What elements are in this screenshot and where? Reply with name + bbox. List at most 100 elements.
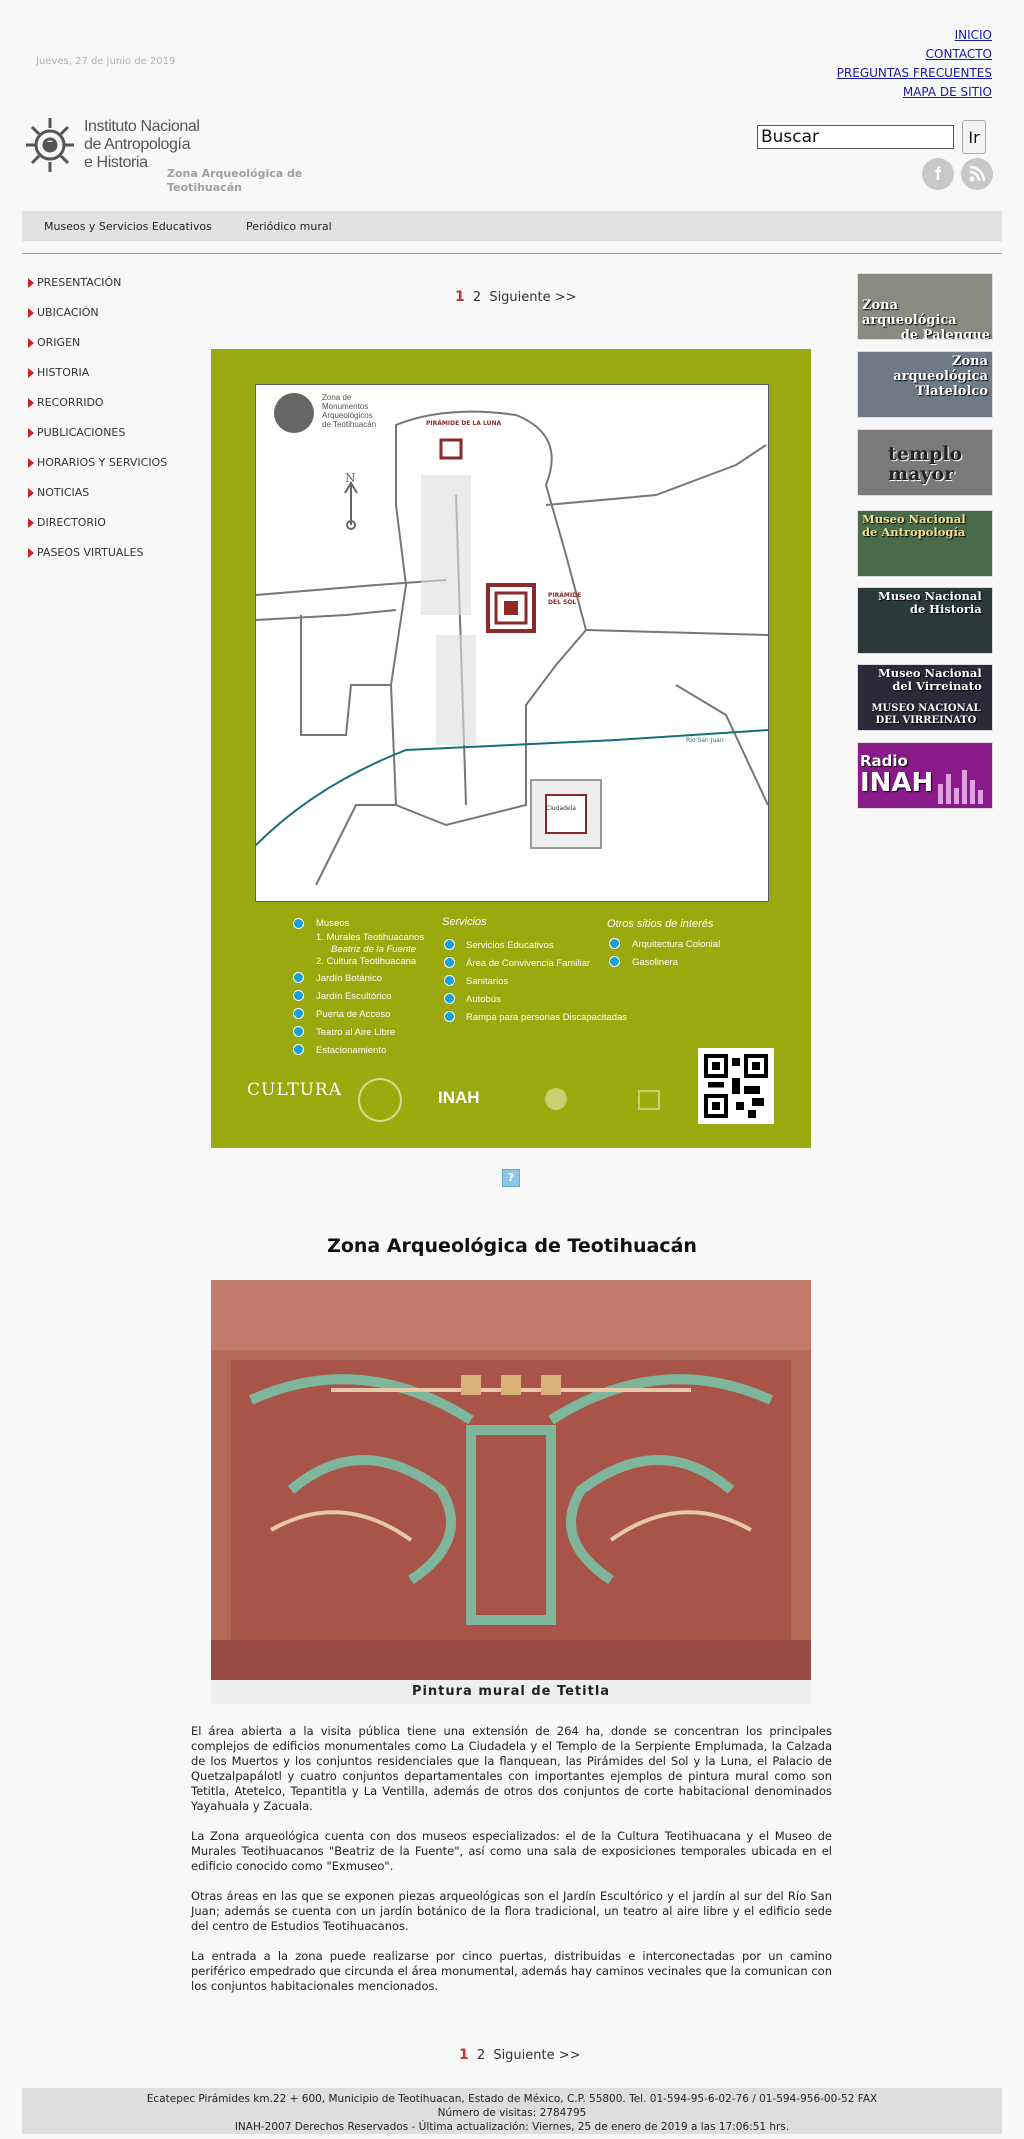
bullet-arrow-icon	[28, 428, 34, 438]
nav-ubicacion[interactable]: UBICACIÓN	[28, 305, 167, 335]
puerta-acceso-icon	[293, 1008, 304, 1019]
convivencia-icon	[444, 957, 455, 968]
map-diagram: Zona de Monumentos Arqueológicos de Teot…	[255, 384, 769, 902]
nav-origen[interactable]: ORIGEN	[28, 335, 167, 365]
banner-label: Museo Nacional de Historia	[878, 590, 982, 616]
nav-label: ORIGEN	[37, 336, 81, 349]
banner-templo-mayor[interactable]: templo mayor	[857, 429, 993, 496]
banner-line: Zona	[951, 354, 988, 369]
map-title-line: Monumentos	[322, 402, 369, 411]
banner-museo-historia[interactable]: Museo Nacional de Historia	[857, 587, 993, 654]
mural-image	[211, 1280, 811, 1680]
map-title-line: Arqueológicos	[322, 411, 373, 420]
map-roads	[256, 410, 768, 886]
legend-item: Gasolinera	[632, 957, 678, 968]
nav-historia[interactable]: HISTORIA	[28, 365, 167, 395]
banner-line: arqueológica	[862, 313, 957, 328]
banner-palenque[interactable]: Zona arqueológica de Palenque	[857, 273, 993, 340]
nav-directorio[interactable]: DIRECTORIO	[28, 515, 167, 545]
nav-noticias[interactable]: NOTICIAS	[28, 485, 167, 515]
link-mapa-de-sitio[interactable]: MAPA DE SITIO	[837, 83, 992, 102]
nav-label: DIRECTORIO	[37, 516, 106, 529]
north-arrow-icon: N	[345, 471, 356, 485]
logo-line-1: Instituto Nacional	[84, 118, 200, 135]
paragraph: La entrada a la zona puede realizarse po…	[191, 1949, 832, 1993]
pager-page-2[interactable]: 2	[473, 290, 481, 305]
legend-item: Arquitectura Colonial	[632, 939, 721, 950]
footer-copyright: INAH-2007 Derechos Reservados - Última a…	[234, 2121, 790, 2133]
pager-next[interactable]: Siguiente >>	[489, 290, 576, 305]
footer-visits: Número de visitas: 2784795	[437, 2107, 587, 2119]
link-contacto[interactable]: CONTACTO	[837, 45, 992, 64]
main-menu-bar: Museos y Servicios Educativos Periódico …	[22, 211, 1002, 241]
bullet-arrow-icon	[28, 518, 34, 528]
teatro-icon	[293, 1026, 304, 1037]
map-title-line: Zona de	[322, 393, 352, 402]
nav-label: UBICACIÓN	[37, 306, 99, 319]
rampa-icon	[444, 1011, 455, 1022]
bullet-arrow-icon	[28, 548, 34, 558]
link-preguntas-frecuentes[interactable]: PREGUNTAS FRECUENTES	[837, 64, 992, 83]
search-input[interactable]	[757, 125, 954, 149]
arquitectura-colonial-icon	[609, 938, 620, 949]
help-icon[interactable]: ?	[502, 1169, 520, 1187]
legend-item: Área de Convivencia Familiar	[466, 958, 591, 969]
nav-paseos-virtuales[interactable]: PASEOS VIRTUALES	[28, 545, 167, 575]
logo-text: Instituto Nacional de Antropología e His…	[84, 118, 200, 172]
legend-item: Beatriz de la Fuente	[331, 944, 417, 955]
article-body: El área abierta a la visita pública tien…	[191, 1724, 832, 2009]
pager-page-2[interactable]: 2	[477, 2048, 485, 2063]
bullet-arrow-icon	[28, 308, 34, 318]
legend-item: Jardín Escultórico	[316, 991, 392, 1002]
nav-label: HORARIOS Y SERVICIOS	[37, 456, 168, 469]
nav-horarios-y-servicios[interactable]: HORARIOS Y SERVICIOS	[28, 455, 167, 485]
equalizer-icon	[938, 770, 983, 804]
banner-museo-virreinato[interactable]: Museo Nacional del Virreinato MUSEO NACI…	[857, 664, 993, 731]
nav-label: HISTORIA	[37, 366, 90, 379]
banner-line: INAH	[860, 768, 934, 798]
nav-presentacion[interactable]: PRESENTACIÓN	[28, 275, 167, 305]
menu-periodico-mural[interactable]: Periódico mural	[246, 220, 332, 233]
nav-label: PASEOS VIRTUALES	[37, 546, 144, 559]
paragraph: La Zona arqueológica cuenta con dos muse…	[191, 1829, 832, 1873]
rss-icon[interactable]	[961, 158, 993, 190]
banner-label: templo mayor	[888, 444, 962, 484]
banner-label: Museo Nacional de Antropología	[862, 513, 966, 539]
gasolinera-icon	[609, 956, 620, 967]
logo-line-2: de Antropología	[84, 136, 191, 153]
banner-line: Zona	[862, 298, 899, 313]
banner-radio-inah[interactable]: Radio INAH	[857, 742, 993, 809]
unesco-icon	[638, 1090, 660, 1110]
bullet-arrow-icon	[28, 488, 34, 498]
banner-tlatelolco[interactable]: Zona arqueológica Tlatelolco	[857, 351, 993, 418]
nav-publicaciones[interactable]: PUBLICACIONES	[28, 425, 167, 455]
page-title: Zona Arqueológica de Teotihuacán	[327, 1235, 697, 1257]
search-button[interactable]: Ir	[962, 120, 986, 154]
nav-recorrido[interactable]: RECORRIDO	[28, 395, 167, 425]
map-title-line: de Teotihuacán	[322, 420, 377, 429]
link-inicio[interactable]: INICIO	[837, 26, 992, 45]
banner-line: Radio	[860, 752, 908, 770]
menu-museos[interactable]: Museos y Servicios Educativos	[44, 220, 212, 233]
banner-label: Radio INAH	[860, 753, 933, 797]
bullet-arrow-icon	[28, 338, 34, 348]
banner-label: Museo Nacional del Virreinato	[878, 667, 982, 693]
banner-museo-antropologia[interactable]: Museo Nacional de Antropología	[857, 510, 993, 577]
bullet-arrow-icon	[28, 398, 34, 408]
jardin-botanico-icon	[293, 972, 304, 983]
legend-otros-title: Otros sitios de interés	[607, 918, 714, 930]
legend-item: 2. Cultura Teotihuacana	[316, 956, 417, 967]
banner-line: del Virreinato	[892, 679, 982, 693]
nav-label: PUBLICACIONES	[37, 426, 126, 439]
legend-museos: Museos	[316, 918, 350, 929]
legend-item: Rampa para personas Discapacitadas	[466, 1012, 628, 1023]
banner-line: de Antropología	[862, 525, 966, 539]
sanitarios-icon	[444, 975, 455, 986]
facebook-icon[interactable]: f	[922, 158, 954, 190]
banner-line: arqueológica	[893, 369, 988, 384]
legend-item: Jardín Botánico	[316, 973, 383, 984]
pager-next[interactable]: Siguiente >>	[493, 2048, 580, 2063]
paragraph: El área abierta a la visita pública tien…	[191, 1724, 832, 1813]
banner-sub-label: MUSEO NACIONAL DEL VIRREINATO	[871, 703, 981, 726]
museo-icon	[293, 918, 304, 929]
